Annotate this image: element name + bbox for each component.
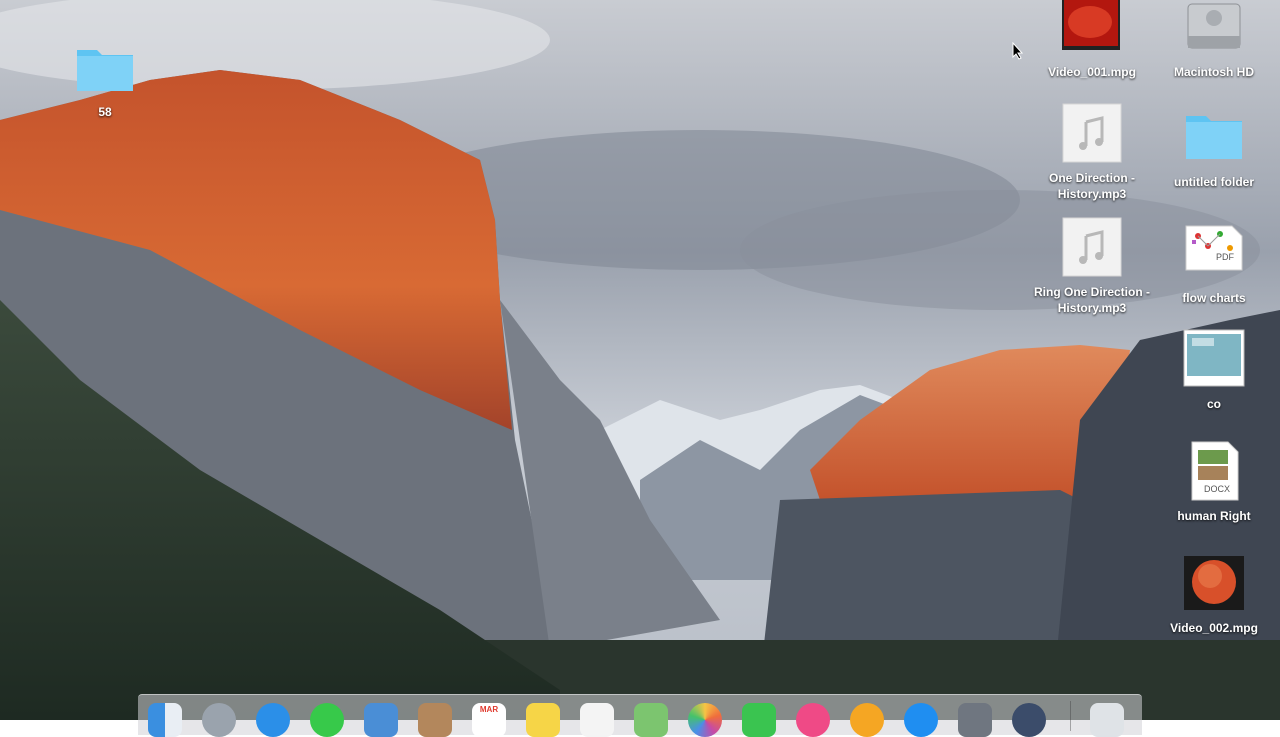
launchpad-icon[interactable] <box>202 703 236 737</box>
calendar-icon[interactable]: MAR <box>472 703 506 737</box>
photos-icon[interactable] <box>688 703 722 737</box>
image-file-icon <box>1182 328 1246 392</box>
reminders-icon[interactable] <box>580 703 614 737</box>
video-file-icon <box>1060 0 1124 60</box>
desktop-item-one-direction-history-mp3[interactable]: One Direction - History.mp3 <box>1032 102 1152 202</box>
audio-file-icon <box>1060 216 1124 280</box>
ibooks-icon[interactable] <box>850 703 884 737</box>
notes-icon[interactable] <box>526 703 560 737</box>
document-file-icon: DOCX <box>1182 440 1246 504</box>
pdf-badge: PDF <box>1216 252 1234 262</box>
desktop-item-flow-charts[interactable]: PDF flow charts <box>1154 222 1274 306</box>
maps-icon[interactable] <box>634 703 668 737</box>
desktop-item-ring-one-direction-history-mp3[interactable]: Ring One Direction - History.mp3 <box>1032 216 1152 316</box>
system-preferences-icon[interactable] <box>958 703 992 737</box>
contacts-icon[interactable] <box>418 703 452 737</box>
desktop-item-untitled-folder[interactable]: untitled folder <box>1154 106 1274 190</box>
messages-icon[interactable] <box>310 703 344 737</box>
docx-badge: DOCX <box>1204 484 1231 494</box>
quicktime-icon[interactable] <box>1012 703 1046 737</box>
calendar-month: MAR <box>479 705 499 714</box>
desktop-item-video-002[interactable]: Video_002.mpg <box>1154 552 1274 636</box>
desktop-item-human-right[interactable]: DOCX human Right <box>1154 440 1274 524</box>
mail-icon[interactable] <box>364 703 398 737</box>
video-file-icon <box>1182 552 1246 616</box>
desktop-item-macintosh-hd[interactable]: Macintosh HD <box>1154 0 1274 80</box>
dock: MAR <box>138 694 1142 737</box>
facetime-icon[interactable] <box>742 703 776 737</box>
safari-icon[interactable] <box>256 703 290 737</box>
trash-icon[interactable] <box>1090 703 1124 737</box>
folder-icon <box>1182 106 1246 170</box>
desktop-item-58[interactable]: 58 <box>45 36 165 120</box>
pdf-file-icon: PDF <box>1182 222 1246 286</box>
dock-separator <box>1070 701 1071 731</box>
hard-drive-icon <box>1182 0 1246 60</box>
desktop-item-video-001[interactable]: Video_001.mpg <box>1032 0 1152 80</box>
audio-file-icon <box>1060 102 1124 166</box>
itunes-icon[interactable] <box>796 703 830 737</box>
finder-icon[interactable] <box>148 703 182 737</box>
mouse-cursor <box>1012 42 1024 60</box>
folder-icon <box>73 36 137 100</box>
app-store-icon[interactable] <box>904 703 938 737</box>
desktop-item-co[interactable]: co <box>1154 328 1274 412</box>
